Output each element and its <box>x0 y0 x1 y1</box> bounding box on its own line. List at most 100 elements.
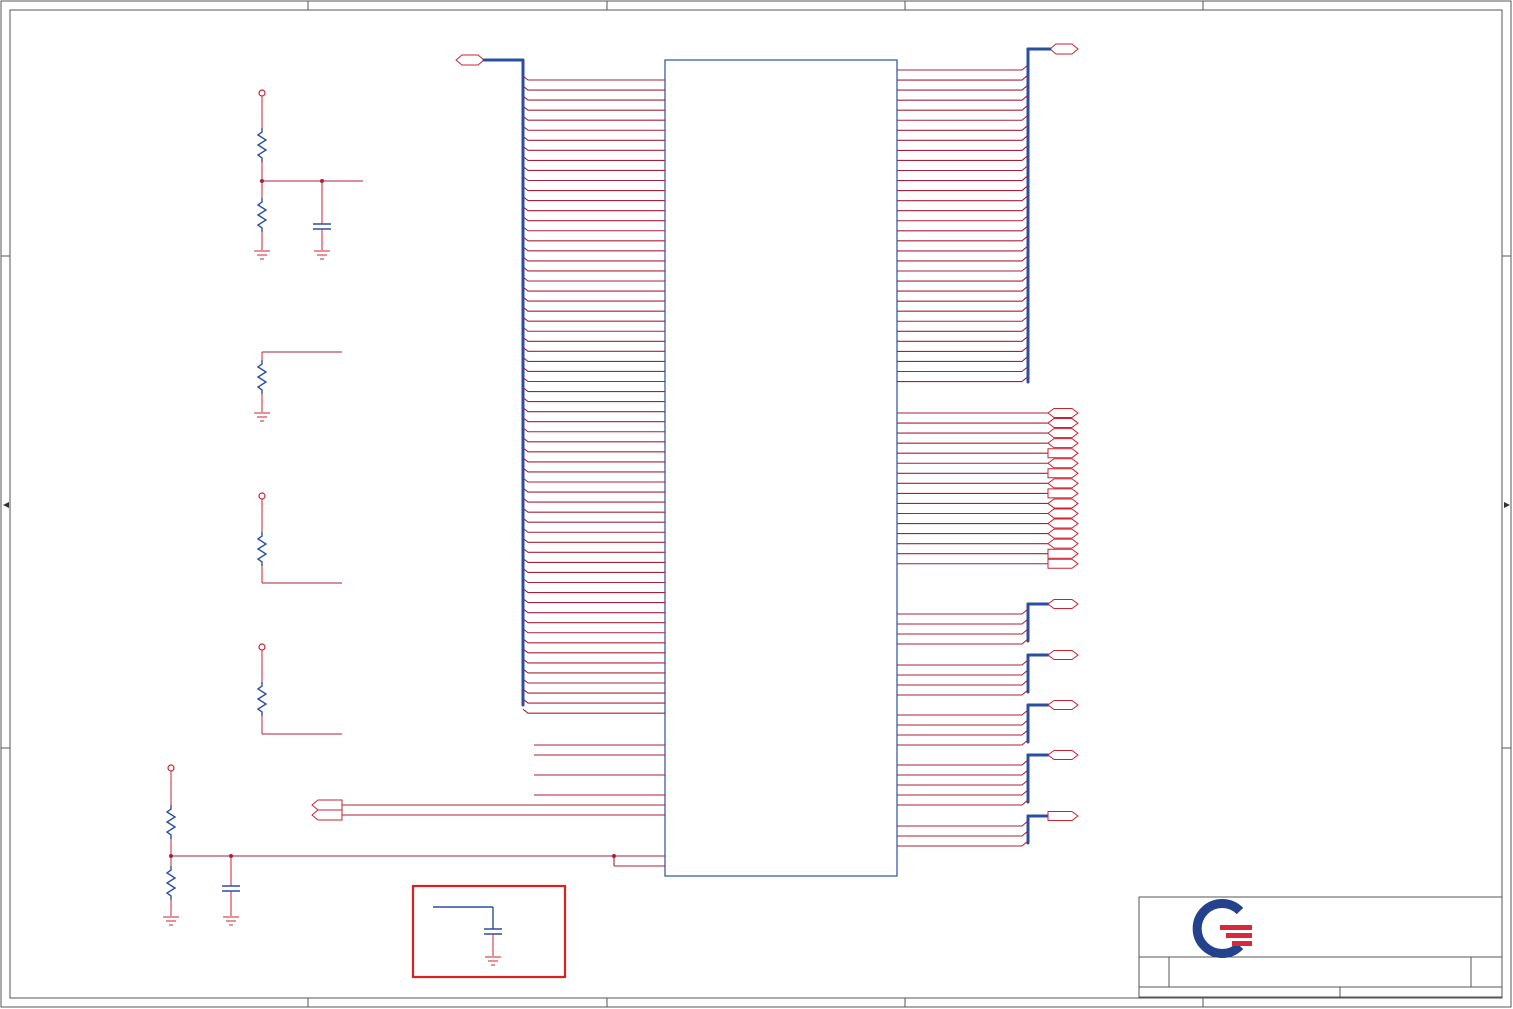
bus-entry-wire <box>522 668 665 674</box>
power-icon <box>258 89 266 97</box>
pullup-circuit-b <box>256 643 342 735</box>
bus-entry-wire <box>522 708 665 714</box>
port-icon <box>1047 700 1079 710</box>
bus-entry-wire <box>897 74 1029 81</box>
bus-entry-wire <box>897 315 1029 322</box>
title-block <box>1138 896 1503 998</box>
bus-entry-wire <box>522 688 665 694</box>
bus-entry-wire <box>522 387 665 393</box>
bus-entry-wire <box>897 659 1029 666</box>
bus-entry-wire <box>897 820 1029 827</box>
bus-entry-wire <box>897 759 1029 766</box>
capacitor-icon <box>313 223 331 230</box>
bus-entry-wire <box>897 689 1029 696</box>
bus-entry-wire <box>522 437 665 443</box>
company-logo-icon <box>1192 899 1252 958</box>
ground-icon <box>485 956 501 966</box>
bus-entry-wire <box>522 628 665 634</box>
bus-entry-wire <box>522 256 665 262</box>
bus-entry-wire <box>897 356 1029 362</box>
bus-entry-wire <box>522 85 665 91</box>
bus-entry-wire <box>897 134 1029 141</box>
ground-icon <box>254 250 270 260</box>
bus-entry-wire <box>522 326 665 332</box>
port-icon <box>1047 558 1079 569</box>
bus-entry-wire <box>522 447 665 453</box>
right-signal-ports <box>897 408 1079 569</box>
bus-entry-wire <box>522 467 665 473</box>
bus-entry-wire <box>897 769 1029 776</box>
bus-entry-wire <box>522 407 665 413</box>
bus-entry-wire <box>897 628 1029 635</box>
bus-entry-wire <box>522 125 665 131</box>
bus-entry-wire <box>897 144 1029 151</box>
power-icon <box>258 643 266 651</box>
bus-entry-wire <box>522 527 665 533</box>
bus-entry-wire <box>522 226 665 232</box>
bus-entry-wire <box>522 236 665 242</box>
bus-entry-wire <box>522 507 665 513</box>
bus-entry-wire <box>522 377 665 383</box>
bus-entry-wire <box>897 679 1029 686</box>
bus-entry-wire <box>522 296 665 302</box>
bus-entry-wire <box>522 206 665 212</box>
bus-entry-wire <box>522 75 665 81</box>
resistor-icon <box>256 682 268 716</box>
bus-entry-wire <box>897 205 1029 212</box>
bus-entry-wire <box>897 225 1029 232</box>
bus-entry-wire <box>522 457 665 463</box>
port-icon <box>1047 418 1079 429</box>
power-icon <box>167 764 175 772</box>
bus-entry-wire <box>897 84 1029 91</box>
right-bus-groups <box>897 599 1079 847</box>
bus-entry-wire <box>522 336 665 342</box>
bus-entry-wire <box>522 397 665 403</box>
port-icon <box>1047 408 1079 418</box>
bus-entry-wire <box>522 477 665 483</box>
resistor-icon <box>256 198 268 232</box>
bus-entry-wire <box>522 145 665 151</box>
bus-entry-wire <box>522 276 665 282</box>
pullup-circuit-a <box>256 492 342 584</box>
bus-entry-wire <box>897 608 1029 615</box>
bus-entry-wire <box>522 658 665 664</box>
bus-entry-wire <box>522 417 665 423</box>
port-icon <box>1047 438 1079 449</box>
bus-entry-wire <box>522 306 665 312</box>
right-bus-main <box>897 43 1079 384</box>
bus-entry-wire <box>522 196 665 202</box>
capacitor-icon <box>222 885 240 892</box>
bus-entry-wire <box>522 497 665 503</box>
port-icon <box>1047 650 1079 660</box>
bus-entry-wire <box>522 216 665 222</box>
bus-entry-wire <box>897 345 1029 352</box>
highlighted-capacitor-block <box>411 884 567 979</box>
resistor-icon <box>256 532 268 566</box>
port-icon <box>1047 750 1079 760</box>
ground-icon <box>314 250 330 260</box>
bus-entry-wire <box>522 618 665 624</box>
left-bus <box>455 54 665 714</box>
bus-entry-wire <box>897 245 1029 252</box>
bus-entry-wire <box>522 648 665 654</box>
port-icon <box>1047 428 1079 439</box>
bus-entry-wire <box>897 195 1029 202</box>
port-icon <box>1047 498 1079 509</box>
resistor-icon <box>256 360 268 394</box>
bus-entry-wire <box>522 316 665 322</box>
bus-entry-wire <box>897 335 1029 342</box>
bus-entry-wire <box>897 779 1029 786</box>
bus-entry-wire <box>897 325 1029 332</box>
bus-entry-wire <box>522 537 665 543</box>
bus-entry-wire <box>897 305 1029 312</box>
bus-entry-wire <box>897 799 1029 806</box>
bus-entry-wire <box>522 638 665 644</box>
bus-entry-wire <box>522 95 665 101</box>
bus-entry-wire <box>897 719 1029 726</box>
bus-entry-wire <box>522 266 665 272</box>
port-icon <box>1047 538 1079 549</box>
bus-entry-wire <box>897 739 1029 746</box>
bus-entry-wire <box>897 830 1029 837</box>
bus-entry-wire <box>897 638 1029 645</box>
bus-entry-wire <box>522 155 665 161</box>
